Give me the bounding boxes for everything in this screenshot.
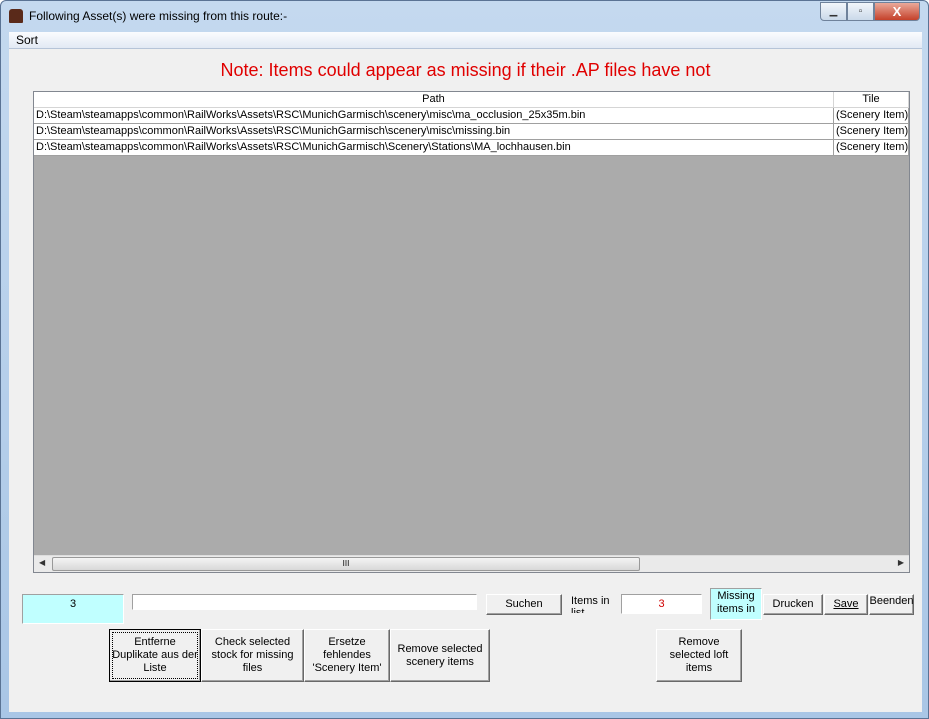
items-in-list-value: 3 [621, 594, 702, 614]
note-text: Note: Items could appear as missing if t… [220, 60, 711, 80]
menu-sort[interactable]: Sort [16, 33, 38, 47]
app-icon [9, 9, 23, 23]
menu-bar: Sort [9, 32, 922, 49]
count-display: 3 [22, 594, 124, 624]
maximize-button[interactable]: ▫ [847, 2, 874, 21]
scroll-right-icon[interactable]: ▶ [898, 558, 904, 567]
grid-header: Path Tile [34, 92, 909, 108]
cell-tile: (Scenery Item) [836, 124, 909, 139]
missing-items-label: Missing items in [710, 588, 762, 620]
save-button[interactable]: Save [824, 594, 868, 615]
check-stock-button[interactable]: Check selected stock for missing files [201, 629, 304, 682]
remove-duplicates-button[interactable]: Entferne Duplikate aus der Liste [109, 629, 201, 682]
horizontal-scrollbar[interactable]: ◀ III ▶ [34, 555, 909, 572]
table-row[interactable]: D:\Steam\steamapps\common\RailWorks\Asse… [34, 140, 909, 156]
exit-button[interactable]: Beenden [869, 594, 914, 615]
window-frame: Following Asset(s) were missing from thi… [0, 0, 929, 719]
column-header-path[interactable]: Path [34, 92, 834, 107]
window-title: Following Asset(s) were missing from thi… [29, 9, 288, 23]
print-button[interactable]: Drucken [763, 594, 823, 615]
cell-path: D:\Steam\steamapps\common\RailWorks\Asse… [34, 140, 834, 155]
title-bar: Following Asset(s) were missing from thi… [9, 5, 818, 27]
search-input[interactable] [132, 594, 477, 610]
missing-assets-grid[interactable]: Path Tile D:\Steam\steamapps\common\Rail… [33, 91, 910, 573]
column-header-tile[interactable]: Tile [834, 92, 909, 107]
cell-tile: (Scenery Item) [836, 140, 909, 155]
client-area: Note: Items could appear as missing if t… [9, 49, 922, 712]
table-row[interactable]: D:\Steam\steamapps\common\RailWorks\Asse… [34, 124, 909, 140]
cell-path: D:\Steam\steamapps\common\RailWorks\Asse… [34, 108, 834, 123]
table-row[interactable]: D:\Steam\steamapps\common\RailWorks\Asse… [34, 108, 909, 124]
scroll-left-icon[interactable]: ◀ [39, 558, 45, 567]
close-button[interactable]: X [874, 2, 920, 21]
minimize-button[interactable]: ▁ [820, 2, 847, 21]
remove-scenery-items-button[interactable]: Remove selected scenery items [390, 629, 490, 682]
items-in-list-label: Items in list [571, 595, 610, 613]
cell-tile: (Scenery Item) [836, 108, 909, 123]
replace-scenery-item-button[interactable]: Ersetze fehlendes 'Scenery Item' [304, 629, 390, 682]
scroll-thumb[interactable]: III [52, 557, 640, 571]
remove-loft-items-button[interactable]: Remove selected loft items [656, 629, 742, 682]
cell-path: D:\Steam\steamapps\common\RailWorks\Asse… [34, 124, 834, 139]
search-button[interactable]: Suchen [486, 594, 562, 615]
